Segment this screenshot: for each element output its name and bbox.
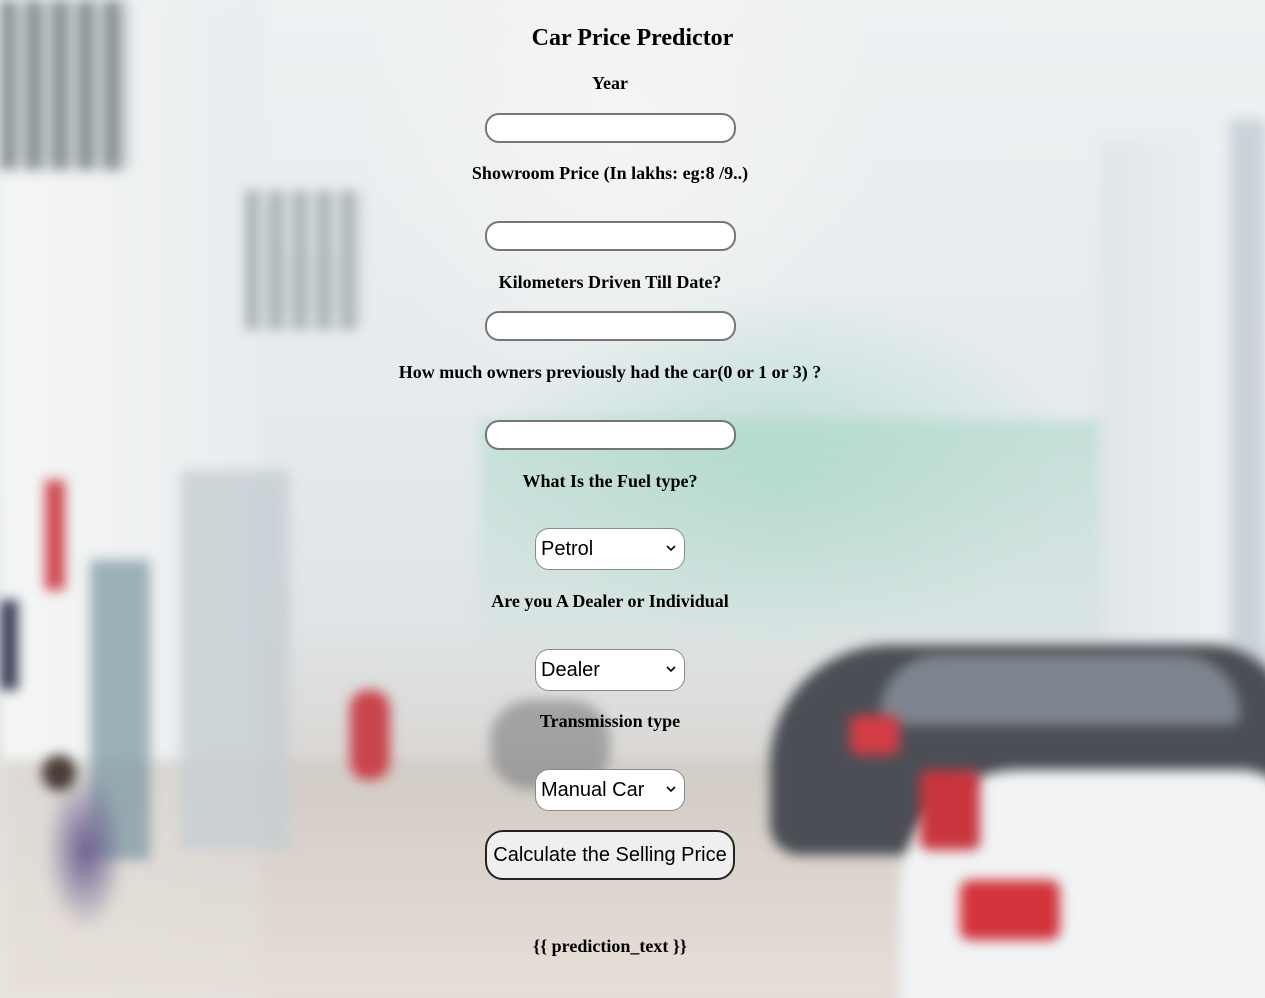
year-label: Year <box>592 73 628 93</box>
fuel-type-selected-value: Petrol <box>541 538 594 560</box>
kms-driven-input[interactable] <box>485 311 736 341</box>
showroom-price-input[interactable] <box>485 221 736 251</box>
transmission-select[interactable]: Manual Car <box>535 769 685 811</box>
seller-type-label: Are you A Dealer or Individual <box>491 591 729 611</box>
bg-panel <box>180 470 290 850</box>
prediction-result-text: {{ prediction_text }} <box>532 936 688 956</box>
owners-label: How much owners previously had the car(0… <box>398 362 822 382</box>
page-title: Car Price Predictor <box>531 25 734 51</box>
kms-driven-label: Kilometers Driven Till Date? <box>498 272 722 292</box>
chevron-down-icon <box>666 786 676 793</box>
bg-person <box>350 690 390 780</box>
bg-vent <box>245 190 365 330</box>
seller-type-selected-value: Dealer <box>541 659 600 681</box>
calculate-price-button[interactable]: Calculate the Selling Price <box>485 830 735 880</box>
showroom-price-label: Showroom Price (In lakhs: eg:8 /9..) <box>471 163 749 183</box>
chevron-down-icon <box>666 545 676 552</box>
bg-banner <box>45 480 65 590</box>
bg-person-head <box>42 755 76 791</box>
bg-sign <box>0 600 18 690</box>
transmission-selected-value: Manual Car <box>541 779 645 801</box>
bg-car-light <box>920 770 980 850</box>
year-input[interactable] <box>485 113 736 143</box>
transmission-label: Transmission type <box>539 711 681 731</box>
fuel-type-label: What Is the Fuel type? <box>522 471 698 491</box>
owners-input[interactable] <box>485 420 736 450</box>
bg-pillar <box>1230 120 1265 680</box>
chevron-down-icon <box>666 666 676 673</box>
seller-type-select[interactable]: Dealer <box>535 649 685 691</box>
bg-car-light <box>960 880 1060 940</box>
fuel-type-select[interactable]: Petrol <box>535 528 685 570</box>
